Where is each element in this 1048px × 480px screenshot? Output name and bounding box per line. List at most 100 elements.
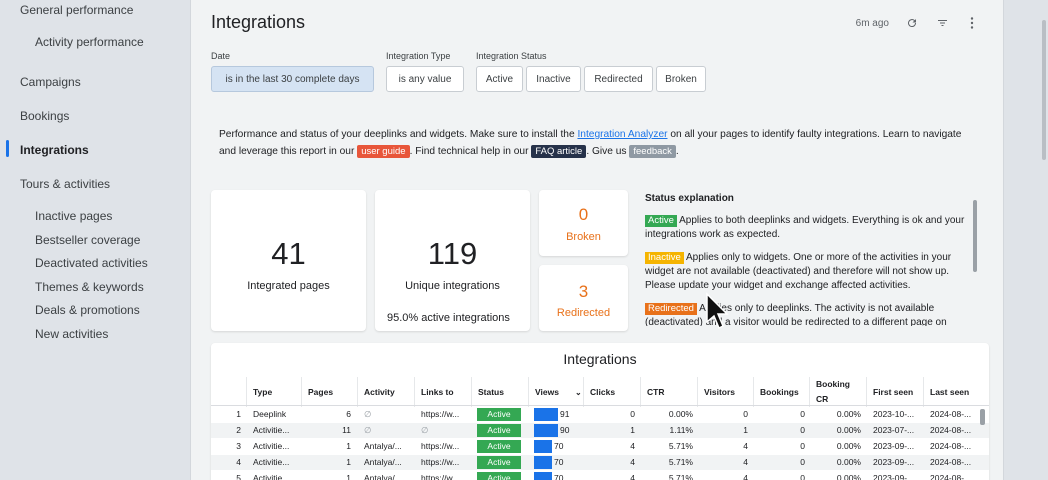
user-guide-link[interactable]: user guide (357, 145, 410, 158)
redirected-card: 3 Redirected (539, 265, 628, 331)
table-title: Integrations (563, 351, 637, 367)
cell-bookings: 0 (800, 473, 805, 480)
status-filter-redirected[interactable]: Redirected (584, 66, 653, 92)
row-number: 4 (236, 457, 241, 467)
status-scrollbar[interactable] (973, 200, 977, 272)
unique-integrations-card: 119 Unique integrations 95.0% active int… (375, 190, 530, 331)
sidebar-item-new-activities[interactable]: New activities (35, 327, 108, 341)
column-header-pages[interactable]: Pages (301, 377, 357, 407)
column-header-clicks[interactable]: Clicks (583, 377, 640, 407)
faq-article-link[interactable]: FAQ article (531, 145, 587, 158)
status-badge: Active (477, 472, 521, 480)
column-header-visitors[interactable]: Visitors (697, 377, 753, 407)
status-badge: Active (477, 456, 521, 469)
broken-value: 0 (578, 205, 589, 224)
sidebar-item-themes-keywords[interactable]: Themes & keywords (35, 280, 144, 294)
status-item-text: Applies to both deeplinks and widgets. E… (645, 215, 965, 240)
column-header-views[interactable]: Views ⌄ (528, 377, 583, 407)
integrations-table: Integrations Type Pages Activity Links t… (211, 343, 989, 480)
status-badge: Active (477, 424, 521, 437)
cell-last-seen: 2024-08-... (930, 473, 972, 480)
cell-clicks: 4 (630, 441, 635, 451)
cell-bookings: 0 (800, 441, 805, 451)
info-text: Performance and status of your deeplinks… (219, 129, 578, 140)
main-panel: Integrations 6m ago Date is in the last … (190, 0, 1004, 480)
column-header-activity[interactable]: Activity (357, 377, 414, 407)
sidebar-item-integrations[interactable]: Integrations (20, 143, 89, 157)
sidebar-item-inactive-pages[interactable]: Inactive pages (35, 209, 112, 223)
active-integrations-rate: 95.0% active integrations (387, 312, 510, 324)
cell-booking-cr: 0.00% (836, 441, 861, 451)
table-row[interactable]: 3 Activitie... 1 Antalya/... https://w... 4 5.… (211, 439, 989, 454)
column-header-links-to[interactable]: Links to (414, 377, 471, 407)
integration-type-chip[interactable]: is any value (386, 66, 464, 92)
cell-visitors: 4 (743, 441, 748, 451)
redirected-label: Redirected (556, 307, 611, 319)
sidebar-item-general-performance[interactable]: General performance (20, 3, 133, 17)
filter-icon[interactable] (935, 16, 949, 30)
cell-links-to: https://w... (421, 457, 460, 467)
status-explanation-title: Status explanation (645, 193, 734, 204)
table-scrollbar[interactable] (980, 409, 985, 425)
info-paragraph: Performance and status of your deeplinks… (219, 126, 979, 160)
status-badge: Active (477, 408, 521, 421)
status-filter-inactive[interactable]: Inactive (526, 66, 581, 92)
feedback-link[interactable]: feedback (629, 145, 676, 158)
views-header-label: Views (535, 386, 559, 397)
sidebar-item-campaigns[interactable]: Campaigns (20, 75, 81, 89)
column-header-ctr[interactable]: CTR (640, 377, 697, 407)
integrated-pages-card: 41 Integrated pages (211, 190, 366, 331)
cell-links-to: https://w... (421, 441, 460, 451)
header-divider (211, 405, 989, 406)
integrated-pages-label: Integrated pages (247, 280, 330, 292)
status-explanation: Status explanation Active Applies to bot… (645, 192, 971, 326)
views-bar (534, 440, 552, 453)
cell-visitors: 4 (743, 457, 748, 467)
cell-type: Activitie... (253, 425, 290, 435)
row-number: 5 (236, 473, 241, 480)
table-row[interactable]: 4 Activitie... 1 Antalya/... https://w... 4 5.… (211, 455, 989, 470)
broken-card: 0 Broken (539, 190, 628, 256)
views-value: 70 (554, 457, 564, 467)
views-bar (534, 424, 558, 437)
column-header-last-seen[interactable]: Last seen (923, 377, 980, 407)
sidebar-item-bookings[interactable]: Bookings (20, 109, 69, 123)
views-bar (534, 472, 552, 480)
cell-links-to: ∅ (421, 425, 429, 435)
page-title: Integrations (211, 12, 306, 32)
sidebar-item-activity-performance[interactable]: Activity performance (35, 35, 144, 49)
cell-clicks: 1 (630, 425, 635, 435)
table-row[interactable]: 5 Activitie... 1 Antalya/... https://w... 4 5.… (211, 471, 989, 480)
status-badge: Active (477, 440, 521, 453)
date-filter-chip[interactable]: is in the last 30 complete days (211, 66, 374, 92)
cell-ctr: 5.71% (668, 457, 693, 467)
column-header-status[interactable]: Status (471, 377, 528, 407)
more-vert-icon[interactable] (965, 16, 979, 30)
sidebar-item-bestseller-coverage[interactable]: Bestseller coverage (35, 233, 140, 247)
table-row[interactable]: 2 Activitie... 11 ∅ ∅ 1 1.11% 1 0 0.00% 2023-07-..… (211, 423, 989, 438)
cell-ctr: 0.00% (668, 409, 693, 419)
status-filter-active[interactable]: Active (476, 66, 523, 92)
column-header-bookings[interactable]: Bookings (753, 377, 809, 407)
sidebar: General performance Activity performance… (0, 0, 190, 480)
cell-booking-cr: 0.00% (836, 425, 861, 435)
status-filter-broken[interactable]: Broken (656, 66, 706, 92)
cell-pages: 1 (346, 441, 351, 451)
sidebar-item-deals-promotions[interactable]: Deals & promotions (35, 303, 140, 317)
cell-first-seen: 2023-09-... (873, 473, 915, 480)
page-scrollbar[interactable] (1042, 20, 1046, 160)
cell-clicks: 4 (630, 457, 635, 467)
cell-visitors: 0 (743, 409, 748, 419)
column-header-booking-cr[interactable]: Booking CR (809, 377, 865, 407)
table-row[interactable]: 1 Deeplink 6 ∅ https://w... 0 0.00% 0 0 0.00% 2023… (211, 407, 989, 422)
cell-activity: ∅ (364, 425, 372, 435)
sidebar-item-tours-activities[interactable]: Tours & activities (20, 177, 110, 191)
cell-booking-cr: 0.00% (836, 457, 861, 467)
integration-analyzer-link[interactable]: Integration Analyzer (577, 129, 667, 140)
column-header-first-seen[interactable]: First seen (866, 377, 923, 407)
cell-links-to: https://w... (421, 473, 460, 480)
column-header-type[interactable]: Type (246, 377, 301, 407)
sidebar-item-deactivated-activities[interactable]: Deactivated activities (35, 256, 148, 270)
refresh-icon[interactable] (905, 16, 919, 30)
info-text: . Give us (586, 146, 630, 157)
